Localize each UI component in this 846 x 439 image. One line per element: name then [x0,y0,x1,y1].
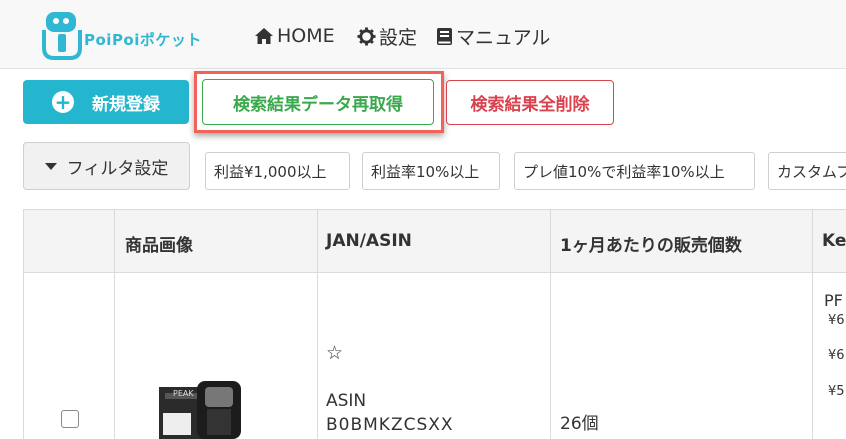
home-icon [255,28,273,44]
delete-all-results-button[interactable]: 検索結果全削除 [446,80,614,125]
keepa-price: ¥6 [828,313,845,328]
filter-preset-label: プレ値10%で利益率10%以上 [523,162,725,181]
refetch-results-label: 検索結果データ再取得 [233,94,403,115]
plus-circle-icon: + [52,91,74,113]
results-table: 商品画像 JAN/ASIN 1ヶ月あたりの販売個数 Ke PEAK ☆ ASIN… [23,209,846,439]
column-divider [812,209,813,439]
column-divider [114,209,115,439]
column-divider [317,209,318,439]
nav-home[interactable]: HOME [254,24,335,48]
nav-settings-label: 設定 [379,26,418,49]
row-select-checkbox[interactable] [61,410,79,428]
new-register-button[interactable]: + 新規登録 [23,80,189,124]
column-header-monthly-sales[interactable]: 1ヶ月あたりの販売個数 [560,231,742,256]
asin-label: ASIN [326,391,367,411]
caret-down-icon [44,162,57,170]
nav-home-label: HOME [277,25,335,47]
filter-preset-label: 利益¥1,000以上 [214,162,327,181]
column-header-jan-asin[interactable]: JAN/ASIN [326,231,412,251]
column-header-image[interactable]: 商品画像 [125,231,193,256]
filter-preset-profit-1000[interactable]: 利益¥1,000以上 [205,152,350,190]
filter-preset-label: カスタムフ [777,162,846,181]
filter-settings-label: フィルタ設定 [66,158,169,179]
filter-preset-label: 利益率10%以上 [371,162,480,181]
keepa-price: ¥6 [828,348,845,363]
nav-manual[interactable]: マニュアル [436,24,551,49]
column-divider [550,209,551,439]
product-image-brand: PEAK [173,389,194,398]
product-image [159,381,241,439]
nav-settings[interactable]: 設定 [357,24,418,49]
column-header-keepa[interactable]: Ke [822,231,846,251]
filter-preset-custom[interactable]: カスタムフ [768,152,846,190]
keepa-price: ¥5 [828,384,845,399]
filter-settings-toggle[interactable]: フィルタ設定 [23,142,190,190]
logo-text[interactable]: PoiPoiポケット [84,29,202,50]
delete-all-results-label: 検索結果全削除 [470,95,590,115]
filter-preset-margin-10[interactable]: 利益率10%以上 [362,152,500,190]
gear-icon [357,26,376,46]
keepa-title: PF [824,291,843,310]
book-icon [437,27,452,45]
refetch-results-button[interactable]: 検索結果データ再取得 [202,79,434,125]
asin-value[interactable]: B0BMKZCSXX [326,415,454,435]
monthly-sales-value: 26個 [560,414,599,434]
filter-preset-premium-margin[interactable]: プレ値10%で利益率10%以上 [514,152,755,190]
nav-manual-label: マニュアル [456,26,551,49]
top-navbar: PoiPoiポケット HOME 設定 マニュアル [0,0,846,69]
favorite-star-icon[interactable]: ☆ [326,342,343,364]
new-register-label: 新規登録 [92,94,160,115]
table-border [23,209,24,439]
